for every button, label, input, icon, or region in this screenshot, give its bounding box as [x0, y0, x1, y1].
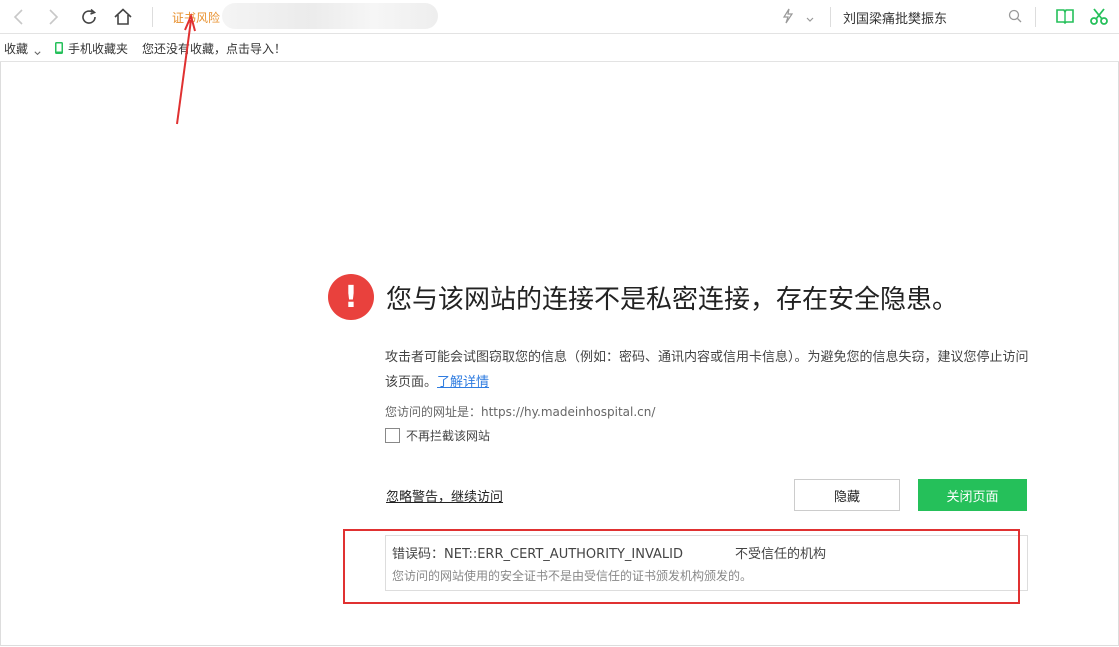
mobile-favorites-link[interactable]: 手机收藏夹: [68, 40, 128, 57]
home-button[interactable]: [112, 6, 134, 28]
screenshot-scissors-icon[interactable]: [1089, 6, 1109, 30]
warning-headline: 您与该网站的连接不是私密连接，存在安全隐患。: [386, 285, 959, 315]
search-input[interactable]: 刘国梁痛批樊振东: [843, 8, 947, 27]
dont-block-checkbox[interactable]: [385, 428, 400, 443]
forward-arrow-icon: [49, 9, 59, 25]
toolbar-divider: [152, 7, 153, 27]
annotation-arrow: [176, 12, 196, 125]
reload-icon: [82, 8, 97, 24]
close-page-button[interactable]: 关闭页面: [918, 479, 1027, 511]
chevron-down-icon[interactable]: [33, 43, 42, 62]
home-icon: [114, 8, 132, 25]
forward-button[interactable]: [42, 6, 64, 28]
speed-mode-icon[interactable]: [781, 8, 795, 28]
error-exclamation-icon: !: [328, 274, 374, 320]
back-button[interactable]: [8, 6, 30, 28]
learn-more-link[interactable]: 了解详情: [437, 375, 489, 390]
import-favorites-link[interactable]: 您还没有收藏，点击导入！: [142, 40, 286, 57]
favorites-menu[interactable]: 收藏: [4, 40, 28, 57]
back-arrow-icon: [13, 9, 23, 25]
ignore-warning-link[interactable]: 忽略警告，继续访问: [386, 486, 503, 505]
search-icon[interactable]: [1008, 8, 1022, 27]
visited-url: 您访问的网址是：https://hy.madeinhospital.cn/: [385, 405, 656, 419]
reading-mode-icon[interactable]: [1055, 7, 1075, 29]
dont-block-option[interactable]: 不再拦截该网站: [385, 427, 490, 444]
toolbar-divider: [830, 7, 831, 27]
dont-block-label: 不再拦截该网站: [406, 429, 491, 443]
warning-description: 攻击者可能会试图窃取您的信息（例如：密码、通讯内容或信用卡信息）。为避免您的信息…: [385, 345, 1035, 395]
chevron-down-icon[interactable]: [805, 10, 815, 29]
hide-button[interactable]: 隐藏: [794, 479, 900, 511]
annotation-highlight-box: [343, 529, 1020, 604]
reload-button[interactable]: [78, 6, 100, 28]
mobile-phone-icon: [54, 40, 64, 59]
toolbar-divider: [1035, 7, 1036, 27]
address-bar-blurred[interactable]: [222, 3, 438, 29]
